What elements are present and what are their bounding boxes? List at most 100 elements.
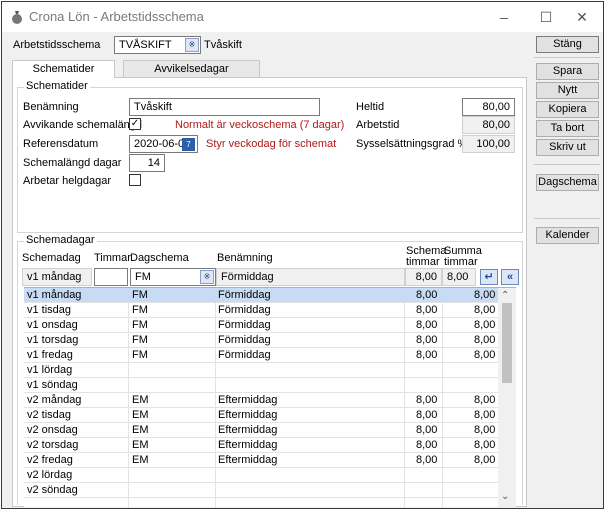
- table-row[interactable]: v1 söndag: [24, 378, 498, 393]
- maximize-icon[interactable]: ☐: [536, 8, 556, 26]
- cell-schema: 8,00: [416, 439, 438, 451]
- cell-schema: 8,00: [416, 334, 438, 346]
- cell-schemadag: v1 onsdag: [27, 319, 78, 331]
- col-summa-timmar-2: timmar: [444, 256, 478, 268]
- syssel-value: 100,00: [462, 135, 515, 153]
- cell-benamning: Eftermiddag: [218, 424, 278, 436]
- schematider-group: Schematider Benämning Tvåskift Avvikande…: [17, 80, 523, 233]
- save-button[interactable]: Spara: [536, 63, 599, 80]
- edit-benamning: Förmiddag: [216, 268, 405, 286]
- schedule-code-input[interactable]: TVÅSKIFT ※: [114, 36, 201, 54]
- heltid-input[interactable]: 80,00: [462, 98, 515, 116]
- print-button[interactable]: Skriv ut: [536, 139, 599, 156]
- benamning-input[interactable]: Tvåskift: [129, 98, 320, 116]
- cell-schemadag: v2 måndag: [27, 394, 82, 406]
- cell-schemadag: v2 fredag: [27, 454, 73, 466]
- schedule-name: Tvåskift: [204, 39, 242, 51]
- table-row[interactable]: v2 tisdag EM Eftermiddag 8,00 8,00: [24, 408, 498, 423]
- avvikande-checkbox[interactable]: ✓: [129, 118, 141, 130]
- cell-summa: 8,00: [474, 304, 496, 316]
- edit-dagschema-input[interactable]: FM ※: [130, 268, 216, 286]
- cell-benamning: Förmiddag: [218, 334, 271, 346]
- table-row[interactable]: v1 måndag FM Förmiddag 8,00 8,00: [24, 288, 498, 303]
- edit-timmar-input[interactable]: [94, 268, 128, 286]
- scrollbar-thumb[interactable]: [502, 303, 512, 383]
- cell-schema: 8,00: [416, 394, 438, 406]
- cell-benamning: Eftermiddag: [218, 409, 278, 421]
- arbetstid-label: Arbetstid: [356, 119, 400, 131]
- col-schema-timmar-2: timmar: [406, 256, 440, 268]
- calendar-icon[interactable]: 7: [182, 138, 195, 151]
- cell-dagschema: EM: [132, 454, 149, 466]
- enter-icon[interactable]: ↵: [480, 269, 498, 285]
- cell-schema: 8,00: [416, 289, 438, 301]
- divider: [534, 218, 600, 219]
- scroll-up-icon[interactable]: ⌃: [501, 290, 509, 301]
- lookup-icon[interactable]: ※: [185, 38, 199, 52]
- delete-button[interactable]: Ta bort: [536, 120, 599, 137]
- cell-benamning: Eftermiddag: [218, 394, 278, 406]
- table-row[interactable]: v2 onsdag EM Eftermiddag 8,00 8,00: [24, 423, 498, 438]
- divider: [534, 164, 600, 165]
- benamning-label: Benämning: [23, 101, 79, 113]
- table-row[interactable]: v2 fredag EM Eftermiddag 8,00 8,00: [24, 453, 498, 468]
- cell-summa: 8,00: [474, 319, 496, 331]
- close-button[interactable]: Stäng: [536, 36, 599, 53]
- table-row[interactable]: v2 torsdag EM Eftermiddag 8,00 8,00: [24, 438, 498, 453]
- helgdagar-checkbox[interactable]: [129, 174, 141, 186]
- cell-summa: 8,00: [474, 439, 496, 451]
- tab-schematider[interactable]: Schematider: [12, 60, 115, 78]
- cell-dagschema: FM: [132, 334, 148, 346]
- group-title: Schematider: [24, 80, 90, 92]
- vertical-scrollbar[interactable]: ⌃ ⌄: [498, 288, 516, 508]
- close-icon[interactable]: ✕: [572, 8, 592, 26]
- cell-summa: 8,00: [474, 454, 496, 466]
- cell-dagschema: EM: [132, 409, 149, 421]
- cell-benamning: Förmiddag: [218, 289, 271, 301]
- cell-schemadag: v1 måndag: [27, 289, 82, 301]
- calendar-button[interactable]: Kalender: [536, 227, 599, 244]
- table-row[interactable]: v1 fredag FM Förmiddag 8,00 8,00: [24, 348, 498, 363]
- avvikande-note: Normalt är veckoschema (7 dagar): [175, 119, 345, 131]
- table-row[interactable]: v2 lördag: [24, 468, 498, 483]
- schemalangd-input[interactable]: 14: [129, 154, 165, 172]
- cell-benamning: Förmiddag: [218, 304, 271, 316]
- tab-avvikelsedagar[interactable]: Avvikelsedagar: [123, 60, 260, 77]
- cell-summa: 8,00: [474, 409, 496, 421]
- cell-dagschema: EM: [132, 394, 149, 406]
- cell-dagschema: EM: [132, 439, 149, 451]
- app-window: Crona Lön - Arbetstidsschema – ☐ ✕ Arbet…: [1, 1, 604, 509]
- new-button[interactable]: Nytt: [536, 82, 599, 99]
- cell-summa: 8,00: [474, 424, 496, 436]
- table-row[interactable]: v1 lördag: [24, 363, 498, 378]
- cell-schemadag: v1 fredag: [27, 349, 73, 361]
- cell-summa: 8,00: [474, 394, 496, 406]
- day-schedule-button[interactable]: Dagschema: [536, 174, 599, 191]
- cell-dagschema: FM: [132, 319, 148, 331]
- lookup-icon[interactable]: ※: [200, 270, 214, 284]
- cell-benamning: Förmiddag: [218, 349, 271, 361]
- table-row[interactable]: v2 söndag: [24, 483, 498, 498]
- table-row[interactable]: v1 onsdag FM Förmiddag 8,00 8,00: [24, 318, 498, 333]
- arbetstid-value: 80,00: [462, 116, 515, 134]
- referensdatum-input[interactable]: 2020-06-01 7: [129, 135, 198, 153]
- edit-summa-timmar: 8,00: [442, 268, 476, 286]
- edit-dagschema-value: FM: [135, 271, 151, 283]
- cell-schema: 8,00: [416, 424, 438, 436]
- scroll-down-icon[interactable]: ⌄: [501, 491, 509, 502]
- cell-dagschema: FM: [132, 349, 148, 361]
- table-row[interactable]: v1 tisdag FM Förmiddag 8,00 8,00: [24, 303, 498, 318]
- referensdatum-note: Styr veckodag för schemat: [206, 138, 337, 150]
- collapse-icon[interactable]: «: [501, 269, 519, 285]
- helgdagar-label: Arbetar helgdagar: [23, 175, 112, 187]
- copy-button[interactable]: Kopiera: [536, 101, 599, 118]
- schemadagar-grid: v1 måndag FM Förmiddag 8,00 8,00 v1 tisd…: [24, 287, 516, 508]
- cell-schemadag: v1 söndag: [27, 379, 78, 391]
- table-row[interactable]: v2 måndag EM Eftermiddag 8,00 8,00: [24, 393, 498, 408]
- cell-schemadag: v2 lördag: [27, 469, 73, 481]
- cell-benamning: Eftermiddag: [218, 454, 278, 466]
- minimize-icon[interactable]: –: [494, 8, 514, 26]
- schemalangd-label: Schemalängd dagar: [23, 157, 122, 169]
- window-title: Crona Lön - Arbetstidsschema: [29, 9, 204, 24]
- table-row[interactable]: v1 torsdag FM Förmiddag 8,00 8,00: [24, 333, 498, 348]
